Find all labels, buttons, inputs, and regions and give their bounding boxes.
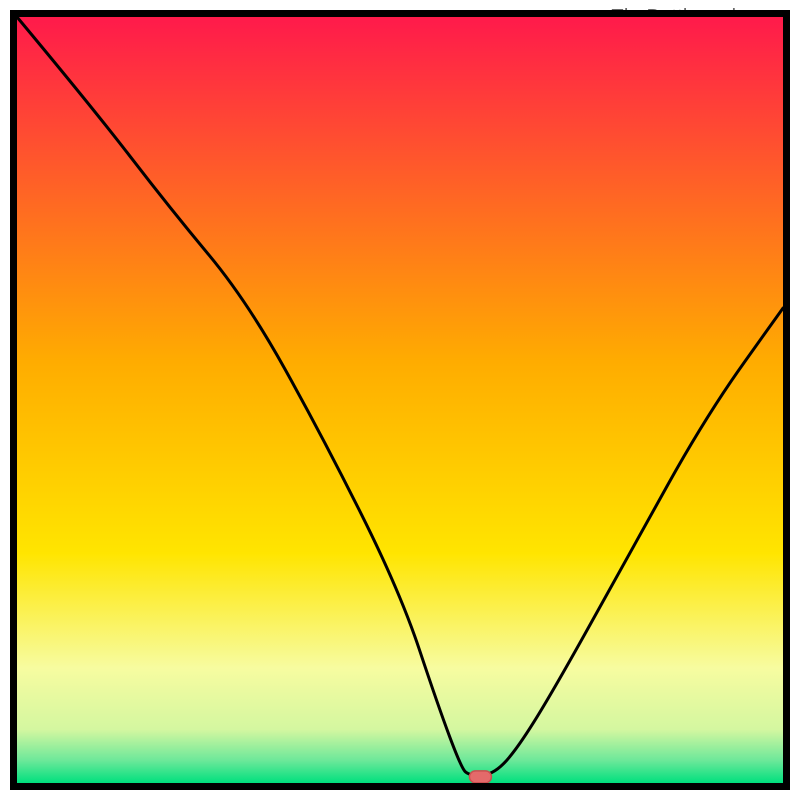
optimal-point-marker [469, 771, 491, 783]
chart-svg [10, 10, 790, 790]
gradient-background [17, 17, 783, 783]
bottleneck-chart [10, 10, 790, 790]
